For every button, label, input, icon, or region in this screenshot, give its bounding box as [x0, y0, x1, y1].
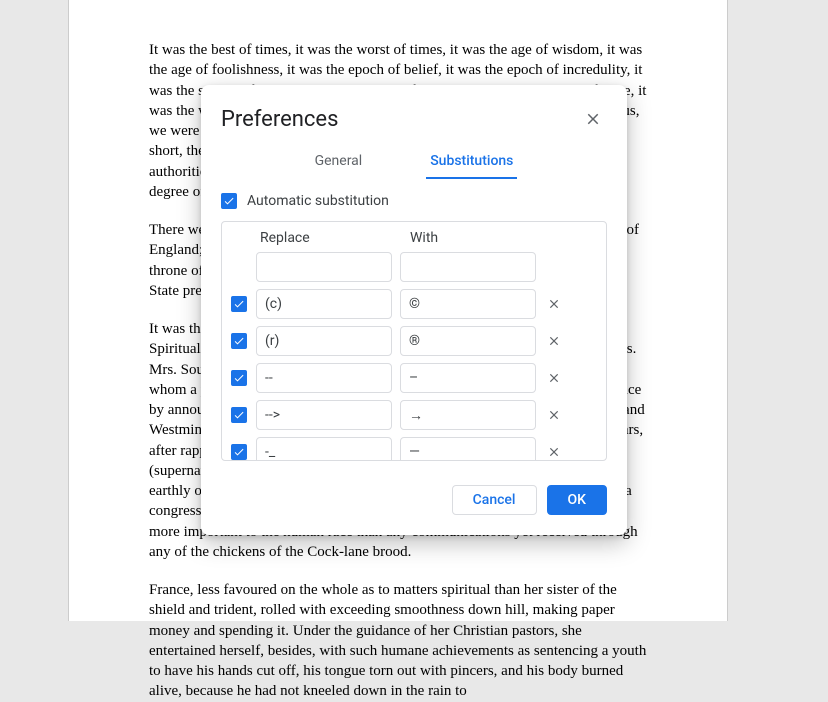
dialog-body: Automatic substitution Replace With	[201, 179, 627, 469]
checkmark-icon	[233, 409, 245, 421]
close-icon	[547, 297, 561, 311]
column-headers: Replace With	[230, 230, 598, 252]
close-icon	[547, 371, 561, 385]
ok-button[interactable]: OK	[547, 485, 608, 515]
replace-input[interactable]	[256, 326, 392, 356]
with-input[interactable]	[400, 437, 536, 460]
checkmark-icon	[223, 195, 235, 207]
row-enable-checkbox[interactable]	[231, 407, 247, 423]
tab-general[interactable]: General	[311, 147, 367, 179]
close-icon	[547, 445, 561, 459]
cancel-button[interactable]: Cancel	[452, 485, 537, 515]
automatic-substitution-row: Automatic substitution	[221, 193, 607, 209]
substitution-row	[230, 437, 598, 460]
header-replace: Replace	[260, 230, 396, 246]
tab-substitutions[interactable]: Substitutions	[426, 147, 517, 179]
replace-input[interactable]	[256, 289, 392, 319]
automatic-substitution-checkbox[interactable]	[221, 193, 237, 209]
automatic-substitution-label: Automatic substitution	[247, 193, 389, 209]
dialog-header: Preferences	[201, 85, 627, 147]
row-enable-checkbox[interactable]	[231, 333, 247, 349]
replace-input[interactable]	[256, 252, 392, 282]
close-icon	[547, 334, 561, 348]
replace-input[interactable]	[256, 363, 392, 393]
checkmark-icon	[233, 335, 245, 347]
replace-input[interactable]	[256, 437, 392, 460]
checkmark-icon	[233, 372, 245, 384]
row-enable-checkbox[interactable]	[231, 296, 247, 312]
row-enable-checkbox[interactable]	[231, 370, 247, 386]
checkmark-icon	[233, 298, 245, 310]
row-enable-checkbox[interactable]	[231, 444, 247, 460]
with-input[interactable]	[400, 363, 536, 393]
row-delete-button[interactable]	[544, 405, 564, 425]
substitution-row	[230, 289, 598, 319]
modal-overlay: Preferences General Substitutions Automa…	[0, 0, 828, 621]
with-input[interactable]	[400, 400, 536, 430]
close-icon	[547, 408, 561, 422]
checkmark-icon	[233, 446, 245, 458]
dialog-title: Preferences	[221, 107, 338, 132]
row-delete-button[interactable]	[544, 331, 564, 351]
substitutions-list: Replace With	[221, 221, 607, 461]
with-input[interactable]	[400, 252, 536, 282]
with-input[interactable]	[400, 326, 536, 356]
row-delete-button[interactable]	[544, 442, 564, 460]
replace-input[interactable]	[256, 400, 392, 430]
close-button[interactable]	[579, 105, 607, 133]
dialog-footer: Cancel OK	[201, 469, 627, 535]
substitutions-scroll[interactable]: Replace With	[222, 222, 606, 460]
preferences-dialog: Preferences General Substitutions Automa…	[201, 85, 627, 535]
with-input[interactable]	[400, 289, 536, 319]
row-delete-button[interactable]	[544, 368, 564, 388]
row-delete-button[interactable]	[544, 294, 564, 314]
header-with: With	[410, 230, 546, 246]
substitution-row	[230, 363, 598, 393]
substitution-row	[230, 326, 598, 356]
tab-bar: General Substitutions	[201, 147, 627, 179]
substitution-row	[230, 400, 598, 430]
substitution-row-new	[230, 252, 598, 282]
close-icon	[584, 110, 602, 128]
